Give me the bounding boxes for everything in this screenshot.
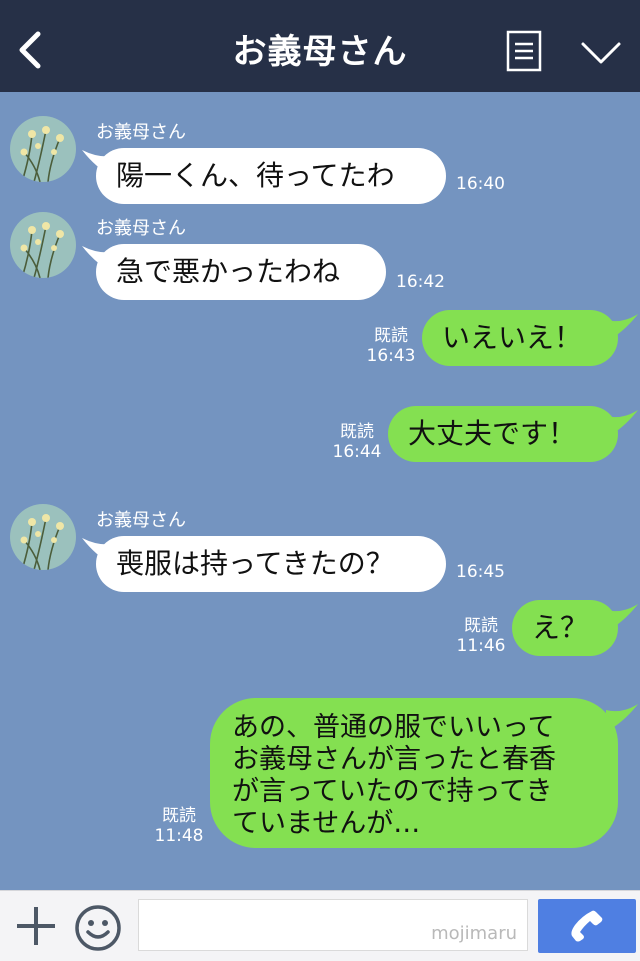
- message-time: 16:44: [332, 442, 382, 462]
- message-bubble[interactable]: 大丈夫です！: [388, 406, 618, 462]
- message-bubble[interactable]: いえいえ！: [422, 310, 618, 366]
- read-label: 既読: [340, 422, 374, 442]
- read-receipt: 既読 16:44: [332, 422, 382, 462]
- plus-icon[interactable]: [14, 904, 58, 948]
- message-bubble[interactable]: 喪服は持ってきたの？: [96, 536, 446, 592]
- sender-name: お義母さん: [96, 218, 186, 239]
- read-label: 既読: [374, 326, 408, 346]
- message-time: 16:42: [396, 272, 445, 292]
- flower-icon: [10, 116, 76, 182]
- read-label: 既読: [464, 616, 498, 636]
- read-label: 既読: [162, 806, 196, 826]
- call-button[interactable]: [538, 899, 636, 953]
- read-receipt: 既読 11:48: [154, 806, 204, 846]
- sender-name: お義母さん: [96, 510, 186, 531]
- message-line: あの、普通の服でいいって: [232, 712, 555, 743]
- message-time: 16:45: [456, 562, 505, 582]
- avatar[interactable]: [10, 212, 76, 278]
- message-line: ていませんが…: [232, 808, 421, 839]
- read-receipt: 既読 11:46: [456, 616, 506, 656]
- message-time: 11:48: [154, 826, 204, 846]
- phone-icon: [571, 910, 603, 942]
- message-bubble[interactable]: 陽一くん、待ってたわ: [96, 148, 446, 204]
- message-bubble[interactable]: え？: [512, 600, 618, 656]
- message-list[interactable]: お義母さん 陽一くん、待ってたわ 16:40 お義母さん 急で悪かったわね 16…: [0, 92, 640, 890]
- chat-header: お義母さん: [0, 0, 640, 92]
- message-bubble[interactable]: 急で悪かったわね: [96, 244, 386, 300]
- chat-title: お義母さん: [232, 32, 408, 72]
- flower-icon: [10, 212, 76, 278]
- message-input[interactable]: mojimaru: [138, 899, 528, 951]
- message-time: 16:43: [366, 346, 416, 366]
- message-time: 11:46: [456, 636, 506, 656]
- message-line: が言っていたので持ってき: [232, 776, 553, 807]
- avatar[interactable]: [10, 116, 76, 182]
- chevron-down-icon[interactable]: [580, 40, 622, 66]
- flower-icon: [10, 504, 76, 570]
- avatar[interactable]: [10, 504, 76, 570]
- message-line: お義母さんが言ったと春香: [232, 744, 556, 775]
- read-receipt: 既読 16:43: [366, 326, 416, 366]
- message-bubble[interactable]: あの、普通の服でいいって お義母さんが言ったと春香 が言っていたので持ってき て…: [210, 698, 618, 848]
- watermark: mojimaru: [431, 923, 517, 944]
- message-time: 16:40: [456, 174, 505, 194]
- sender-name: お義母さん: [96, 122, 186, 143]
- note-icon[interactable]: [506, 30, 542, 72]
- input-bar: mojimaru: [0, 890, 640, 961]
- smiley-icon[interactable]: [74, 904, 122, 952]
